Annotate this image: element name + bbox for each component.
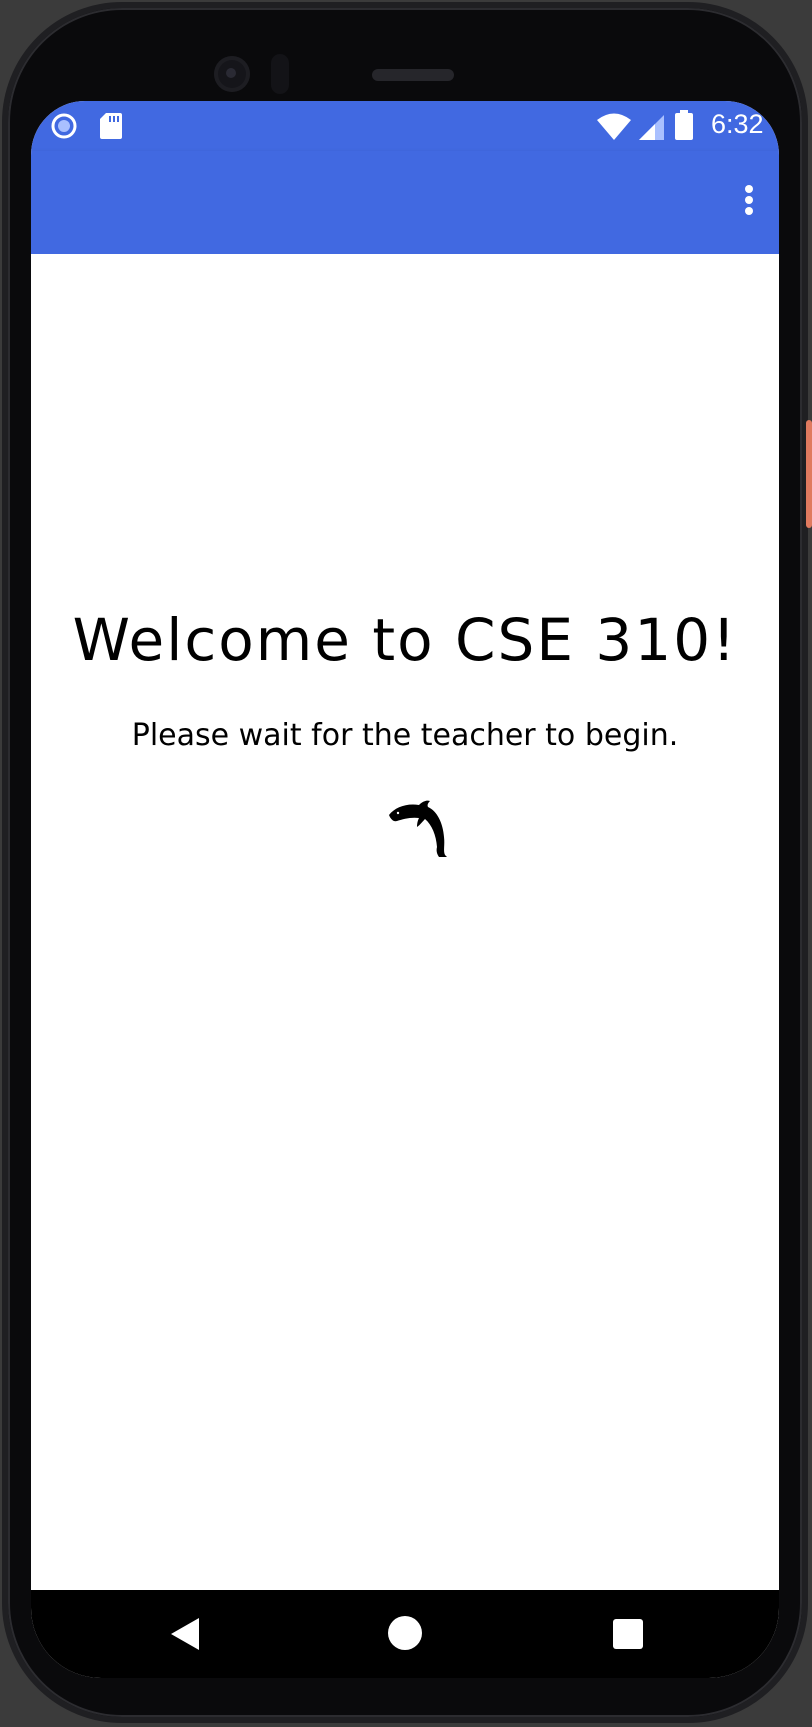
welcome-title: Welcome to CSE 310! bbox=[72, 606, 738, 674]
signal-icon bbox=[639, 115, 664, 140]
device-frame: 6:32 Welcome to CSE 310! Please wait for… bbox=[0, 0, 812, 1727]
front-camera bbox=[214, 56, 250, 92]
recents-icon[interactable] bbox=[613, 1619, 643, 1649]
app-bar bbox=[31, 151, 779, 254]
dolphin-icon bbox=[389, 800, 447, 857]
battery-icon bbox=[675, 110, 693, 140]
record-icon bbox=[51, 113, 77, 139]
main-content: Welcome to CSE 310! Please wait for the … bbox=[31, 254, 779, 1590]
home-icon[interactable] bbox=[388, 1616, 422, 1650]
proximity-sensor bbox=[271, 54, 289, 94]
earpiece-speaker bbox=[372, 69, 454, 81]
status-bar: 6:32 bbox=[31, 101, 779, 151]
more-vert-icon[interactable] bbox=[726, 171, 770, 227]
status-time: 6:32 bbox=[711, 109, 764, 139]
sd-card-icon bbox=[100, 113, 122, 139]
navigation-bar bbox=[31, 1590, 779, 1678]
wifi-icon bbox=[597, 113, 631, 140]
power-button bbox=[806, 420, 812, 528]
screen: 6:32 Welcome to CSE 310! Please wait for… bbox=[31, 101, 779, 1678]
wait-message: Please wait for the teacher to begin. bbox=[131, 718, 679, 753]
back-icon[interactable] bbox=[165, 1614, 205, 1654]
